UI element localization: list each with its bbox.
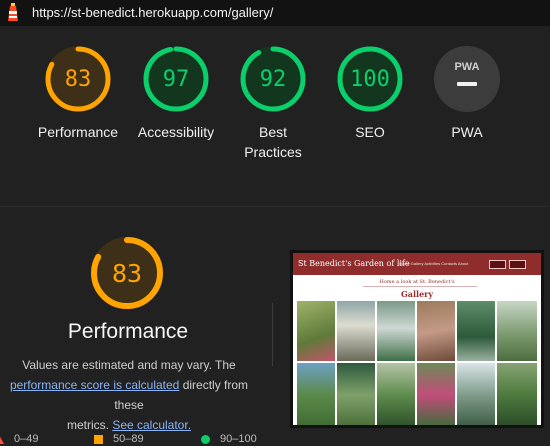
screenshot-btn-1 <box>489 260 506 269</box>
score-calculated-link[interactable]: performance score is calculated <box>10 378 179 392</box>
performance-description: Values are estimated and may vary. The p… <box>0 355 264 435</box>
screenshot-brand: St Benedict's Garden of life <box>298 259 410 268</box>
photo <box>497 301 537 361</box>
performance-title: Performance <box>67 320 189 343</box>
triangle-icon <box>0 434 4 444</box>
gauge-label[interactable]: PWA <box>417 122 517 142</box>
screenshot-navbar: St Benedict's Garden of life Home Galler… <box>293 253 541 275</box>
photo <box>457 301 495 361</box>
performance-big-score: 83 <box>111 258 143 288</box>
gauge-accessibility[interactable]: 97 <box>143 46 209 112</box>
photo <box>297 363 335 425</box>
legend-pass: 90–100 <box>201 433 257 445</box>
gauge-label[interactable]: SEO <box>320 122 420 142</box>
address-bar: https://st-benedict.herokuapp.com/galler… <box>0 0 550 26</box>
square-icon <box>94 434 103 444</box>
gauge-pwa[interactable]: PWA <box>434 46 500 112</box>
see-calculator-link[interactable]: See calculator. <box>112 418 191 432</box>
screenshot-nav-links: Home Gallery Activities Contacts About <box>399 261 469 266</box>
legend-fail: 0–49 <box>0 433 38 445</box>
lighthouse-icon <box>8 3 18 21</box>
gauge-score: 100 <box>350 66 390 92</box>
final-screenshot[interactable]: St Benedict's Garden of life Home Galler… <box>290 250 544 428</box>
photo <box>497 363 537 425</box>
performance-big-gauge: 83 <box>90 236 164 310</box>
photo <box>337 363 375 425</box>
legend-label-fail: 0–49 <box>14 433 39 445</box>
gauge-label[interactable]: Best Practices <box>243 122 303 162</box>
screenshot-heading: Gallery <box>400 289 434 299</box>
gauge-ring: PWA <box>434 46 500 112</box>
photo <box>377 301 415 361</box>
gauge-best-practices[interactable]: 92 <box>240 46 306 112</box>
gauge-label[interactable]: Accessibility <box>126 122 226 142</box>
legend-label-average: 50–89 <box>113 433 144 445</box>
page-url[interactable]: https://st-benedict.herokuapp.com/galler… <box>32 5 273 20</box>
photo <box>457 363 495 425</box>
screenshot-photo-grid <box>297 301 537 425</box>
screenshot-rule <box>363 286 477 287</box>
desc-text-1: Values are estimated and may vary. The <box>22 358 236 372</box>
photo <box>417 363 455 425</box>
gauge-performance[interactable]: 83 <box>45 46 111 112</box>
gauge-label[interactable]: Performance <box>28 122 128 142</box>
screenshot-subtitle: Home a look at St. Benedict's <box>379 279 455 285</box>
section-divider <box>0 206 550 207</box>
gauge-score: 97 <box>162 66 190 92</box>
screenshot-btn-2 <box>509 260 526 269</box>
circle-icon <box>201 434 210 444</box>
legend-label-pass: 90–100 <box>220 433 257 445</box>
photo <box>337 301 375 361</box>
photo <box>377 363 415 425</box>
pwa-dash <box>457 82 477 86</box>
photo <box>297 301 335 361</box>
gauge-score: 92 <box>259 66 287 92</box>
gauge-seo[interactable]: 100 <box>337 46 403 112</box>
vertical-separator <box>272 303 273 366</box>
legend-average: 50–89 <box>94 433 144 445</box>
desc-text-3: metrics. <box>66 418 109 432</box>
photo <box>417 301 455 361</box>
gauge-score: 83 <box>64 66 92 92</box>
pwa-badge-text: PWA <box>454 61 479 73</box>
